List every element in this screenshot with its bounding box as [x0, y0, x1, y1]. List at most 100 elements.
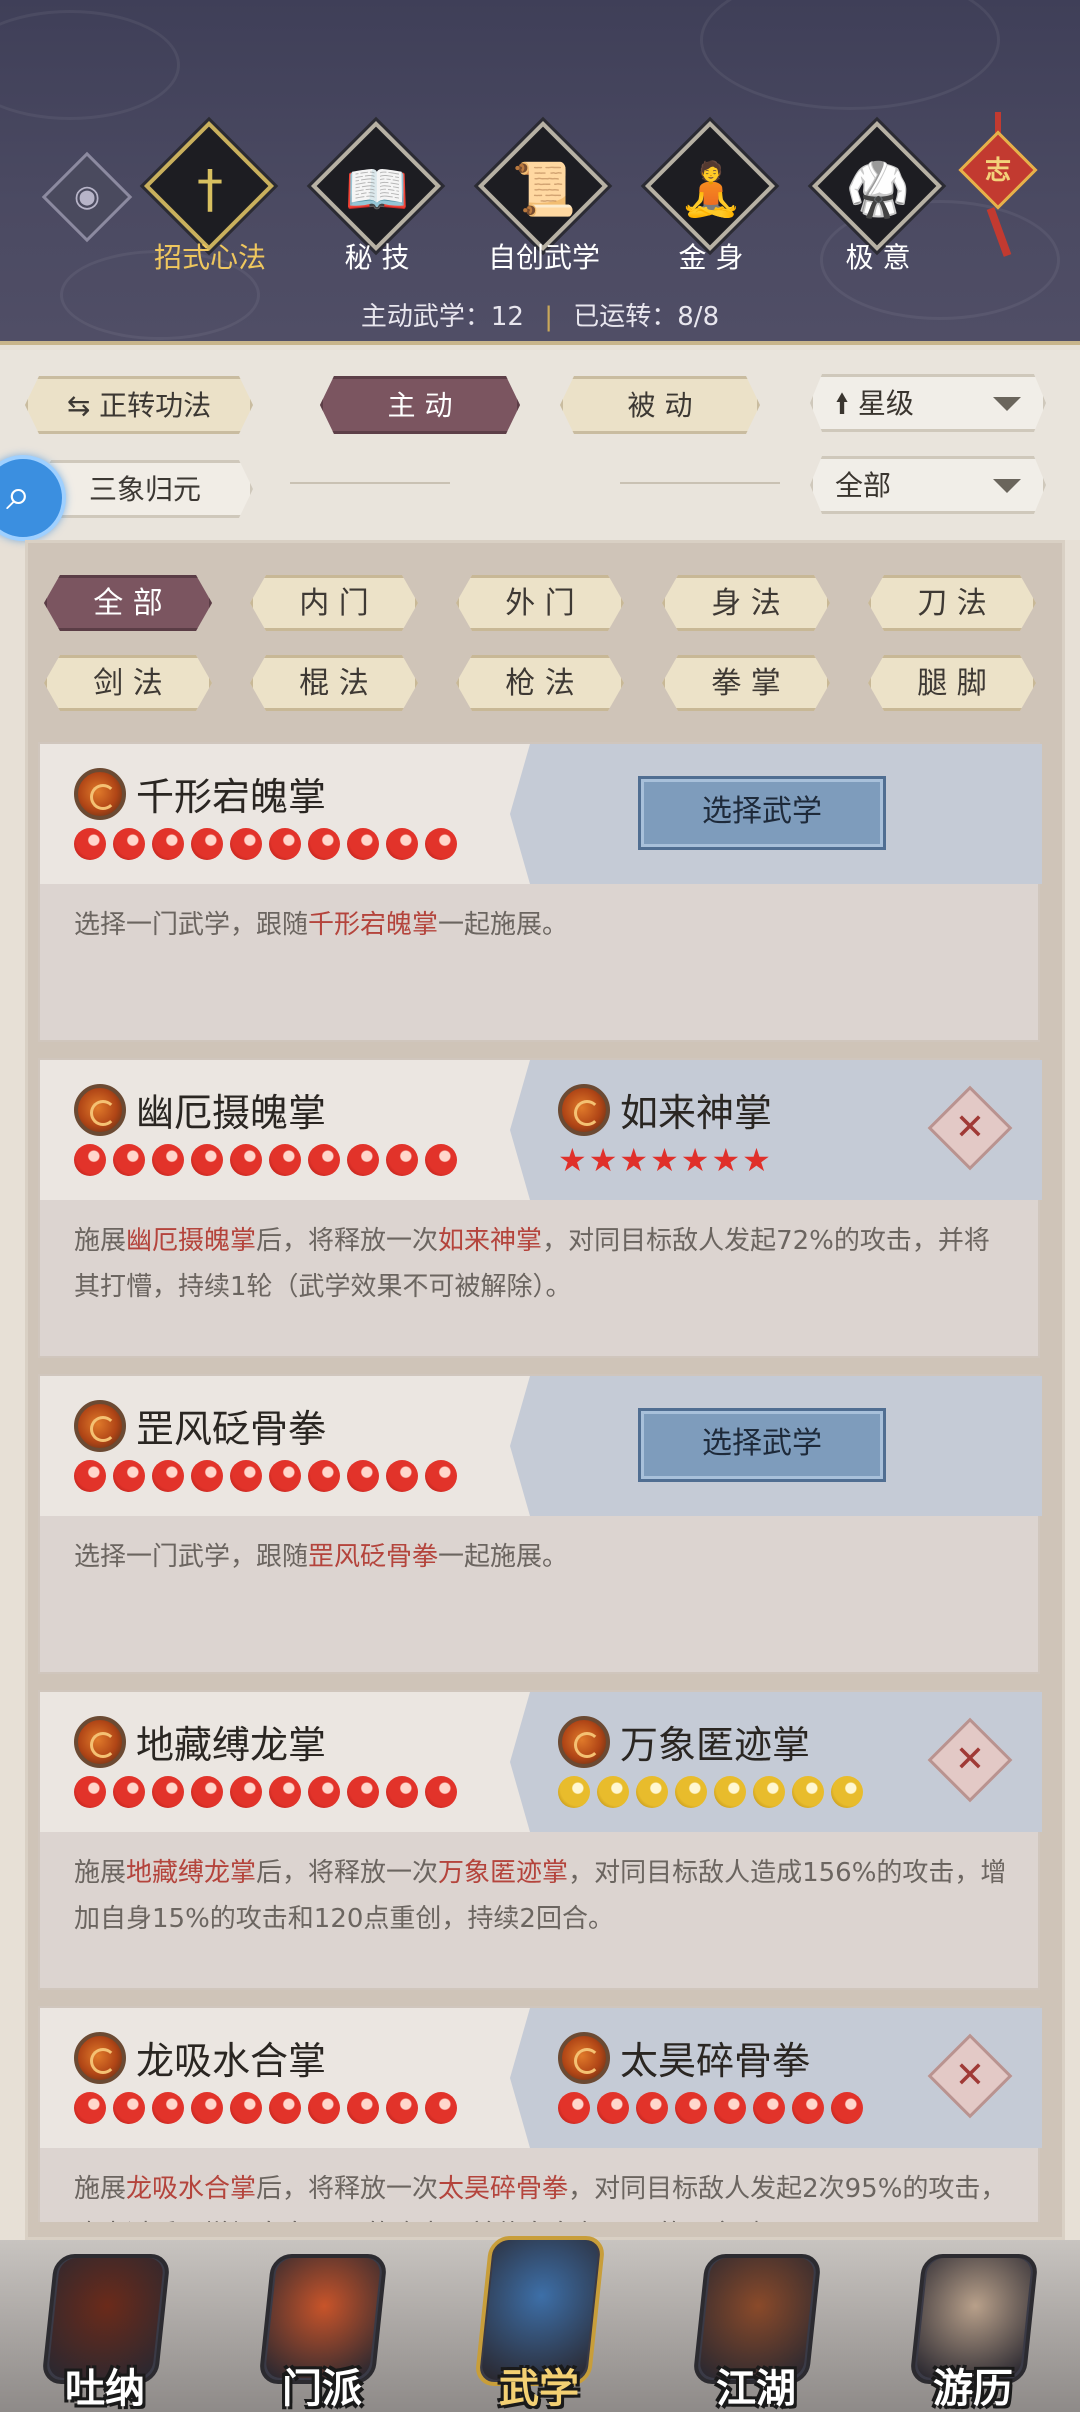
rank-dot [425, 1144, 457, 1176]
description-text: 后，将释放一次 [256, 1858, 439, 1888]
divider [290, 482, 450, 484]
skill-name: 地藏缚龙掌 [136, 1723, 327, 1767]
rank-dot [831, 2092, 863, 2124]
category-sword[interactable]: 剑 法 [44, 655, 212, 711]
rank-dot [792, 1776, 824, 1808]
nav-label: 江湖 [716, 2366, 796, 2412]
select-skill-button[interactable]: 选择武学 [638, 776, 886, 850]
chevron-down-icon [993, 397, 1021, 411]
skill-emblem-icon [74, 1084, 126, 1136]
category-spear[interactable]: 枪 法 [456, 655, 624, 711]
running-count: 已运转：8/8 [573, 302, 720, 332]
rank-dot [425, 828, 457, 860]
rank-dot [230, 1144, 262, 1176]
category-staff[interactable]: 棍 法 [250, 655, 418, 711]
category-outer[interactable]: 外 门 [456, 575, 624, 631]
rank-dot [675, 1776, 707, 1808]
skill-description: 施展地藏缚龙掌后，将释放一次万象匿迹掌，对同目标敌人造成156%的攻击，增加自身… [74, 1850, 1014, 1942]
rank-dot [269, 1460, 301, 1492]
rank-dot [753, 2092, 785, 2124]
star-icon: ★ [711, 1141, 741, 1179]
close-icon: ✕ [954, 1107, 986, 1148]
martial-stance-icon: 🥋 [845, 160, 911, 220]
star-icon: ★ [680, 1141, 710, 1179]
mode-passive-button[interactable]: 被 动 [560, 376, 760, 434]
rank-dot [230, 1776, 262, 1808]
sort-dropdown[interactable]: 🠙 星级 [810, 374, 1046, 432]
tab-moves-heart-method[interactable]: † 招式心法 [130, 120, 280, 280]
description-text: 一起施展。 [438, 910, 569, 940]
select-skill-button[interactable]: 选择武学 [638, 1408, 886, 1482]
scroll-icon: 📜 [511, 160, 577, 220]
rank-dot [230, 2092, 262, 2124]
partner-skill-name: 如来神掌 [620, 1091, 773, 1135]
tab-label: 秘 技 [344, 241, 410, 274]
skill-card: 龙吸水合掌 太昊碎骨拳 ✕ 施展龙吸水合掌后，将释放一次太昊碎骨拳，对同目标敌人… [38, 2006, 1042, 2222]
rotate-method-button[interactable]: ⇆ 正转功法 [25, 376, 253, 434]
nav-martial-arts[interactable]: 武学 [464, 2236, 614, 2412]
rank-dot [191, 1144, 223, 1176]
rank-dot [558, 2092, 590, 2124]
rank-dot [675, 2092, 707, 2124]
rank-dots [74, 1460, 464, 1494]
chinese-knot-icon[interactable]: 志 [958, 112, 1040, 272]
skill-name: 龙吸水合掌 [136, 2039, 327, 2083]
star-icon: ★ [619, 1141, 649, 1179]
rank-dot [191, 828, 223, 860]
category-saber[interactable]: 刀 法 [868, 575, 1036, 631]
highlighted-skill-name: 如来神掌 [438, 1226, 543, 1256]
description-text: 后，将释放一次 [256, 2174, 439, 2204]
partner-emblem-icon [558, 2032, 610, 2084]
skill-emblem-icon [74, 768, 126, 820]
rank-dot [113, 2092, 145, 2124]
rank-dot [792, 2092, 824, 2124]
rank-dot [152, 2092, 184, 2124]
rank-dots [74, 2092, 464, 2126]
nav-label: 武学 [499, 2366, 579, 2412]
partner-skill-name: 太昊碎骨拳 [620, 2039, 811, 2083]
tab-golden-body[interactable]: 🧘 金 身 [631, 120, 781, 280]
category-all[interactable]: 全 部 [44, 575, 212, 631]
mode-active-button[interactable]: 主 动 [320, 376, 520, 434]
nav-travel[interactable]: 游历 [898, 2250, 1048, 2412]
nav-label: 吐纳 [65, 2366, 145, 2412]
category-movement[interactable]: 身 法 [662, 575, 830, 631]
nav-breathing[interactable]: 吐纳 [30, 2250, 180, 2412]
nav-sect[interactable]: 门派 [247, 2250, 397, 2412]
tab-secret-skills[interactable]: 📖 秘 技 [297, 120, 447, 280]
tab-self-created[interactable]: 📜 自创武学 [464, 120, 614, 280]
set-tri-elements-button[interactable]: 三象归元 [37, 460, 253, 518]
skill-emblem-icon [74, 2032, 126, 2084]
skill-emblem-icon [74, 1716, 126, 1768]
category-fist-palm[interactable]: 拳 掌 [662, 655, 830, 711]
highlighted-skill-name: 幽厄摄魄掌 [126, 1226, 257, 1256]
description-text: 一起施展。 [438, 1542, 569, 1572]
chevron-down-icon [993, 479, 1021, 493]
description-text: 选择一门武学，跟随 [74, 910, 309, 940]
rank-dot [74, 1144, 106, 1176]
description-text: 施展 [74, 2174, 127, 2204]
rank-dot [74, 1776, 106, 1808]
rank-dots [74, 1776, 464, 1810]
partner-emblem-icon [558, 1084, 610, 1136]
rank-dot [74, 828, 106, 860]
skill-description: 选择一门武学，跟随罡风砭骨拳一起施展。 [74, 1534, 1014, 1580]
rank-dot [386, 1460, 418, 1492]
rank-dot [425, 1460, 457, 1492]
rank-dot [308, 1460, 340, 1492]
rank-dot [308, 1776, 340, 1808]
description-text: 选择一门武学，跟随 [74, 1542, 309, 1572]
category-legs[interactable]: 腿 脚 [868, 655, 1036, 711]
eye-toggle-button[interactable]: ◉ [41, 151, 133, 243]
rank-dot [113, 1460, 145, 1492]
search-icon: ⌕ [6, 469, 31, 520]
rank-dot [74, 1460, 106, 1492]
star-icon: ★ [650, 1141, 679, 1179]
rank-dot [347, 1460, 379, 1492]
tab-ultimate-intent[interactable]: 🥋 极 意 [798, 120, 948, 280]
scope-dropdown[interactable]: 全部 [810, 456, 1046, 514]
skill-card-list[interactable]: 千形宕魄掌 选择武学 选择一门武学，跟随千形宕魄掌一起施展。 幽厄摄魄掌 如来神… [38, 742, 1042, 2222]
nav-jianghu[interactable]: 江湖 [681, 2250, 831, 2412]
category-inner[interactable]: 内 门 [250, 575, 418, 631]
star-icon: ★ [588, 1141, 618, 1179]
